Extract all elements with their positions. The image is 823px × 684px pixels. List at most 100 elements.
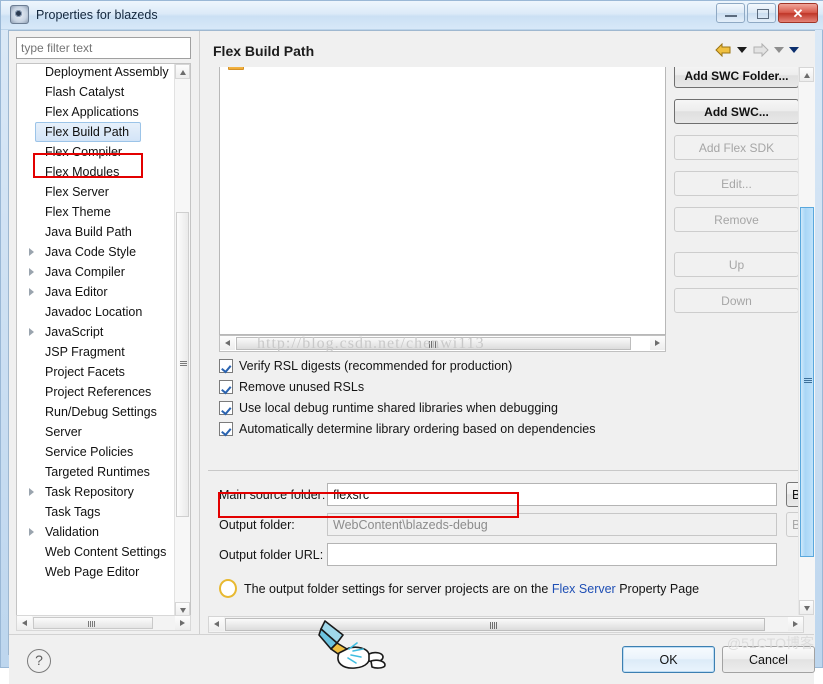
sidebar-item-label: Flex Theme — [45, 205, 111, 219]
page-scroll-right-icon[interactable] — [788, 617, 803, 631]
close-button[interactable]: ✕ — [778, 3, 818, 23]
settings-tree-panel: Deployment Assembly Flash Catalyst Flex Ap… — [16, 63, 191, 618]
forward-arrow-icon — [753, 43, 769, 57]
sidebar-item-flex-build-path[interactable]: Flex Build Path — [35, 122, 141, 142]
option-label: Remove unused RSLs — [239, 379, 365, 394]
sidebar-item-task-repository[interactable]: Task Repository — [17, 482, 177, 502]
ok-button[interactable]: OK — [622, 646, 715, 673]
sidebar-item-deployment-assembly[interactable]: Deployment Assembly — [17, 64, 177, 82]
sidebar-item-flex-server[interactable]: Flex Server — [17, 182, 177, 202]
add-swc-folder-button[interactable]: Add SWC Folder... — [674, 67, 799, 88]
sidebar-item-web-content-settings[interactable]: Web Content Settings — [17, 542, 177, 562]
sidebar-item-javascript[interactable]: JavaScript — [17, 322, 177, 342]
library-list-horizontal-scrollbar[interactable] — [219, 335, 666, 352]
sidebar-item-java-editor[interactable]: Java Editor — [17, 282, 177, 302]
search-input[interactable] — [16, 37, 191, 59]
sidebar-item-label: Java Build Path — [45, 225, 132, 239]
checkbox-checked-icon[interactable] — [219, 358, 233, 373]
page-scroll-left-icon[interactable] — [209, 617, 224, 631]
expand-chevron-right-icon[interactable] — [29, 288, 34, 296]
tree-scrollbar-thumb[interactable] — [176, 212, 189, 517]
sidebar-item-label: Web Page Editor — [45, 565, 140, 579]
sidebar-item-flex-modules[interactable]: Flex Modules — [17, 162, 177, 182]
library-hscroll-thumb[interactable] — [236, 337, 631, 350]
sidebar-item-task-tags[interactable]: Task Tags — [17, 502, 177, 522]
option-row[interactable]: Automatically determine library ordering… — [219, 418, 679, 439]
sidebar-item-server[interactable]: Server — [17, 422, 177, 442]
library-scroll-right-icon[interactable] — [650, 336, 665, 350]
page-menu-chevron-down-icon[interactable] — [789, 47, 799, 53]
library-scroll-left-icon[interactable] — [220, 336, 235, 350]
output-folder-url-row: Output folder URL: — [208, 541, 803, 571]
back-history-chevron-down-icon[interactable] — [737, 47, 747, 53]
sidebar-item-flex-applications[interactable]: Flex Applications — [17, 102, 177, 122]
expand-chevron-right-icon[interactable] — [29, 328, 34, 336]
back-arrow-icon[interactable] — [715, 43, 732, 57]
checkbox-checked-icon[interactable] — [219, 379, 233, 394]
sidebar-item-flash-catalyst[interactable]: Flash Catalyst — [17, 82, 177, 102]
add-swc-button[interactable]: Add SWC... — [674, 99, 799, 124]
flex-server-link[interactable]: Flex Server — [552, 582, 616, 596]
output-folder-input — [327, 513, 777, 536]
expand-chevron-right-icon[interactable] — [29, 248, 34, 256]
tree-scroll-right-icon[interactable] — [175, 616, 190, 630]
sidebar-item-java-build-path[interactable]: Java Build Path — [17, 222, 177, 242]
expand-chevron-right-icon[interactable] — [29, 488, 34, 496]
tree-vertical-scrollbar[interactable] — [174, 64, 190, 617]
library-action-buttons: Add SWC Folder... Add SWC... Add Flex SDK E… — [674, 67, 799, 324]
main-source-folder-input[interactable] — [327, 483, 777, 506]
sidebar-item-javadoc-location[interactable]: Javadoc Location — [17, 302, 177, 322]
maximize-button[interactable] — [747, 3, 776, 23]
page-horizontal-scrollbar[interactable] — [208, 616, 804, 633]
sidebar-item-jsp-fragment[interactable]: JSP Fragment — [17, 342, 177, 362]
sidebar-item-label: Java Editor — [45, 285, 108, 299]
sidebar-item-label: Deployment Assembly — [45, 65, 169, 79]
add-flex-sdk-button: Add Flex SDK — [674, 135, 799, 160]
sidebar-item-label: JavaScript — [45, 325, 104, 339]
sidebar-item-java-compiler[interactable]: Java Compiler — [17, 262, 177, 282]
grip-icon — [180, 361, 187, 366]
option-row[interactable]: Verify RSL digests (recommended for prod… — [219, 355, 679, 376]
page-scrollbar-thumb[interactable] — [800, 207, 814, 557]
checkbox-checked-icon[interactable] — [219, 400, 233, 415]
sidebar-item-label: Java Compiler — [45, 265, 125, 279]
sidebar-item-label: Run/Debug Settings — [45, 405, 157, 419]
sidebar-item-flex-theme[interactable]: Flex Theme — [17, 202, 177, 222]
tree-horizontal-scrollbar[interactable] — [16, 615, 191, 631]
sidebar-item-label: Flash Catalyst — [45, 85, 125, 99]
sidebar-item-web-page-editor[interactable]: Web Page Editor — [17, 562, 177, 582]
option-row[interactable]: Remove unused RSLs — [219, 376, 679, 397]
expand-chevron-right-icon[interactable] — [29, 528, 34, 536]
build-path-library-list[interactable]: libs — [219, 67, 666, 335]
sidebar-item-targeted-runtimes[interactable]: Targeted Runtimes — [17, 462, 177, 482]
sidebar-item-service-policies[interactable]: Service Policies — [17, 442, 177, 462]
checkbox-checked-icon[interactable] — [219, 421, 233, 436]
forward-history-chevron-down-icon[interactable] — [774, 47, 784, 53]
sidebar-item-project-facets[interactable]: Project Facets — [17, 362, 177, 382]
output-folder-url-input[interactable] — [327, 543, 777, 566]
cancel-button[interactable]: Cancel — [722, 646, 815, 673]
tree-scroll-left-icon[interactable] — [17, 616, 32, 630]
sidebar-item-project-references[interactable]: Project References — [17, 382, 177, 402]
tree-scroll-up-icon[interactable] — [175, 64, 190, 79]
page-vertical-scrollbar[interactable] — [798, 67, 815, 615]
option-row[interactable]: Use local debug runtime shared libraries… — [219, 397, 679, 418]
output-folder-row: Output folder: Browse — [208, 511, 803, 541]
tree-hscroll-thumb[interactable] — [33, 617, 153, 629]
page-scroll-down-icon[interactable] — [799, 600, 814, 615]
expand-chevron-right-icon[interactable] — [29, 268, 34, 276]
help-question-icon[interactable]: ? — [27, 649, 51, 673]
sidebar-item-validation[interactable]: Validation — [17, 522, 177, 542]
sidebar-item-run-debug-settings[interactable]: Run/Debug Settings — [17, 402, 177, 422]
page-scroll-up-icon[interactable] — [799, 67, 814, 82]
list-item[interactable]: libs — [228, 67, 266, 70]
sidebar-item-flex-compiler[interactable]: Flex Compiler — [17, 142, 177, 162]
window-title: Properties for blazeds — [36, 7, 158, 22]
grip-icon — [804, 378, 812, 384]
page-hscroll-thumb[interactable] — [225, 618, 765, 631]
sidebar-item-java-code-style[interactable]: Java Code Style — [17, 242, 177, 262]
minimize-button[interactable] — [716, 3, 745, 23]
grip-icon — [490, 622, 498, 629]
properties-dialog-window: Properties for blazeds ✕ Deployment Asse… — [0, 0, 823, 684]
folder-icon — [228, 67, 244, 70]
